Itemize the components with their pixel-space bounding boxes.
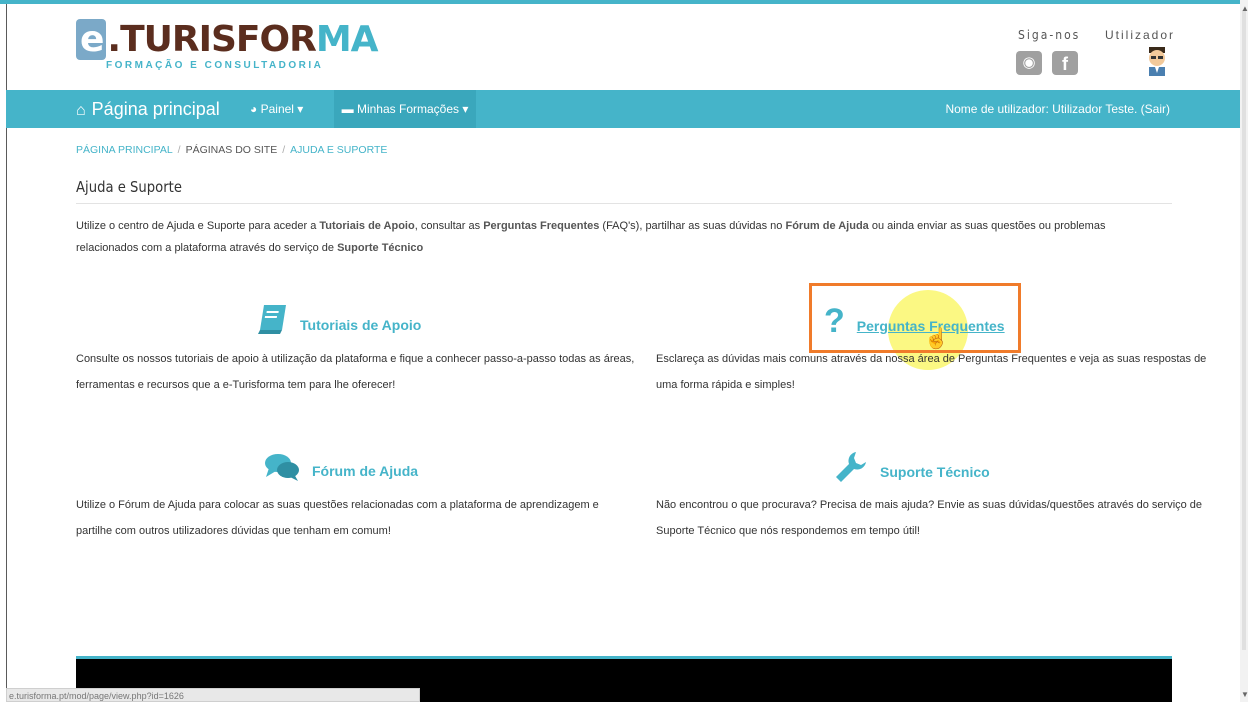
tutoriais-description: Consulte os nossos tutoriais de apoio à … xyxy=(76,353,635,391)
avatar-icon[interactable] xyxy=(1144,46,1170,76)
dashboard-icon: ◕ xyxy=(250,102,261,116)
highlight-box xyxy=(809,283,1021,353)
main-navbar: ⌂ Página principal ◕ Painel ▾ ▬ Minhas Fo… xyxy=(6,90,1240,128)
user-label: Utilizador xyxy=(1105,28,1176,42)
book-icon xyxy=(258,305,286,334)
suporte-description: Não encontrou o que procurava? Precisa d… xyxy=(656,499,1203,537)
breadcrumb-home[interactable]: PÁGINA PRINCIPAL xyxy=(76,144,173,156)
forum-link[interactable]: Fórum de Ajuda xyxy=(264,452,418,482)
forum-description: Utilize o Fórum de Ajuda para colocar as… xyxy=(76,499,599,537)
title-divider xyxy=(76,203,1172,204)
nav-home-link[interactable]: ⌂ Página principal xyxy=(76,90,220,128)
globe-icon[interactable]: ◉ xyxy=(1016,51,1042,75)
chat-icon xyxy=(265,454,299,481)
site-logo[interactable]: e .TURISFORMA FORMAÇÃO E CONSULTADORIA xyxy=(76,19,379,72)
logo-wordmark: e .TURISFORMA xyxy=(76,19,379,60)
nav-painel-dropdown[interactable]: ◕ Painel ▾ xyxy=(242,90,311,128)
breadcrumb-separator: / xyxy=(282,144,286,156)
status-bar-url: e.turisforma.pt/mod/page/view.php?id=162… xyxy=(6,688,420,702)
page-title: Ajuda e Suporte xyxy=(76,178,182,196)
top-accent-line xyxy=(0,0,1248,4)
caret-down-icon: ▾ xyxy=(459,102,469,116)
intro-paragraph: Utilize o centro de Ajuda e Suporte para… xyxy=(76,220,1106,254)
tutoriais-link[interactable]: Tutoriais de Apoio xyxy=(256,302,421,336)
facebook-icon[interactable]: f xyxy=(1052,51,1078,75)
wrench-icon xyxy=(836,452,866,482)
scroll-up-arrow-icon[interactable]: ▲ xyxy=(1241,4,1248,13)
logo-tagline: FORMAÇÃO E CONSULTADORIA xyxy=(106,60,324,71)
suporte-link[interactable]: Suporte Técnico xyxy=(834,450,990,484)
home-icon: ⌂ xyxy=(76,102,86,119)
breadcrumb-sitepages: PÁGINAS DO SITE xyxy=(185,144,278,156)
follow-us-label: Siga-nos xyxy=(1018,28,1081,42)
nav-formacoes-dropdown[interactable]: ▬ Minhas Formações ▾ xyxy=(334,90,476,128)
scroll-down-arrow-icon[interactable]: ▼ xyxy=(1241,690,1248,699)
scrollbar-thumb[interactable] xyxy=(1242,10,1246,650)
breadcrumb-current[interactable]: AJUDA E SUPORTE xyxy=(290,144,387,156)
nav-user-info[interactable]: Nome de utilizador: Utilizador Teste. (S… xyxy=(945,90,1170,128)
breadcrumb: PÁGINA PRINCIPAL / PÁGINAS DO SITE / AJUDA E… xyxy=(76,144,387,156)
caret-down-icon: ▾ xyxy=(293,102,304,116)
breadcrumb-separator: / xyxy=(177,144,181,156)
courses-icon: ▬ xyxy=(341,102,357,116)
perguntas-description: Esclareça as dúvidas mais comuns através… xyxy=(656,353,1207,391)
